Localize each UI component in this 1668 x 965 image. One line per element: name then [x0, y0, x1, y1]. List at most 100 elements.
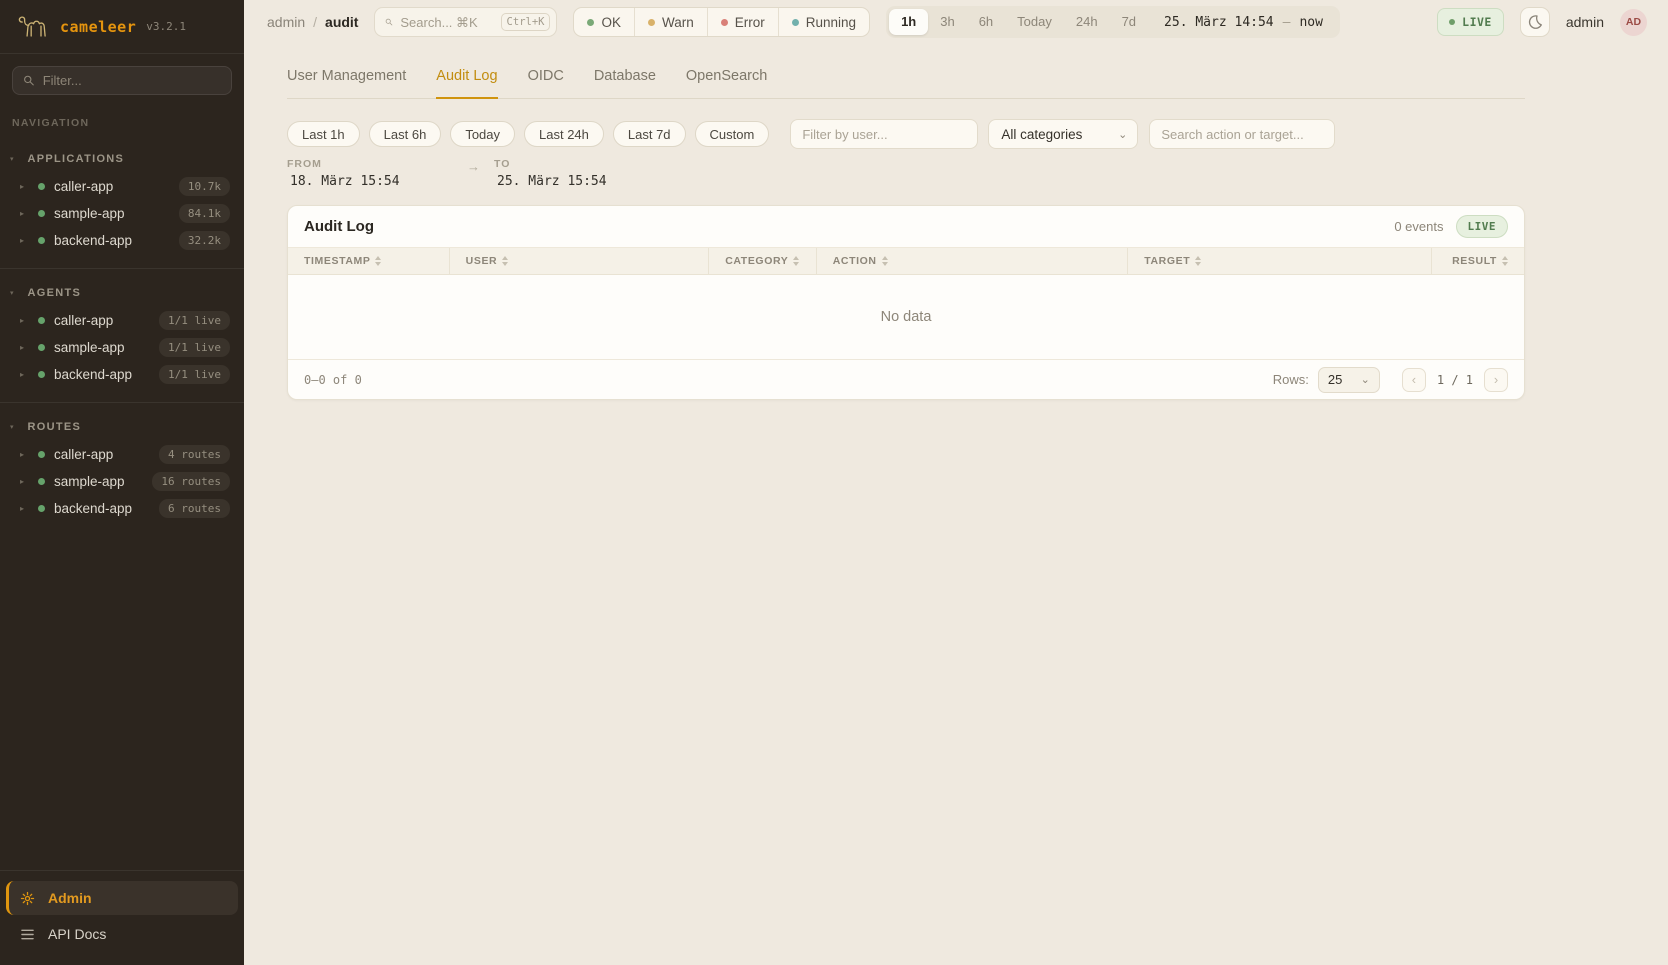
list-icon [20, 928, 35, 941]
sort-icon [882, 256, 888, 266]
action-target-search-input[interactable] [1149, 119, 1335, 149]
breadcrumb-divider: / [313, 14, 317, 30]
live-toggle[interactable]: LIVE [1437, 8, 1504, 36]
status-dot-icon [38, 478, 45, 485]
nav-section-routes: ▾ ROUTES ▸ caller-app 4 routes ▸ sample-… [0, 421, 244, 522]
chevron-right-icon: ▸ [20, 504, 29, 513]
global-search-input[interactable] [400, 15, 493, 30]
tab-audit-log[interactable]: Audit Log [436, 68, 497, 99]
breadcrumb-admin[interactable]: admin [267, 14, 305, 30]
column-header-action[interactable]: ACTION [816, 248, 1127, 274]
sidebar-item-agent-caller[interactable]: ▸ caller-app 1/1 live [0, 307, 244, 334]
live-badge: 1/1 live [159, 311, 230, 330]
time-range-24h[interactable]: 24h [1064, 9, 1110, 35]
column-header-result[interactable]: RESULT [1431, 248, 1524, 274]
sidebar-item-agent-sample[interactable]: ▸ sample-app 1/1 live [0, 334, 244, 361]
date-range: FROM 18. März 15:54 → TO 25. März 15:54 [287, 158, 1525, 189]
search-icon [23, 74, 35, 87]
audit-log-card: Audit Log 0 events LIVE TIMESTAMP USER C… [287, 205, 1525, 400]
category-select[interactable]: All categories ⌄ [988, 119, 1138, 149]
sidebar-item-agent-backend[interactable]: ▸ backend-app 1/1 live [0, 361, 244, 388]
live-status-badge: LIVE [1456, 215, 1509, 238]
quick-range-last-6h[interactable]: Last 6h [369, 121, 442, 147]
status-dot-icon [38, 183, 45, 190]
chevron-right-icon: ▸ [20, 209, 29, 218]
sidebar-filter [12, 66, 232, 95]
time-range-group: 1h 3h 6h Today 24h 7d 25. März 14:54 – n… [886, 6, 1340, 38]
chevron-right-icon: ▸ [20, 370, 29, 379]
rows-per-page-label: Rows: [1273, 372, 1309, 387]
ok-dot-icon [587, 19, 594, 26]
time-range-7d[interactable]: 7d [1110, 9, 1148, 35]
theme-toggle-button[interactable] [1520, 7, 1550, 37]
breadcrumb: admin / audit [267, 14, 358, 30]
rows-per-page-select[interactable]: 25 ⌄ [1318, 367, 1380, 393]
status-dot-icon [38, 344, 45, 351]
status-filter-running[interactable]: Running [778, 8, 869, 36]
date-to[interactable]: TO 25. März 15:54 [494, 158, 674, 189]
sidebar-item-route-caller[interactable]: ▸ caller-app 4 routes [0, 441, 244, 468]
chevron-right-icon: ▸ [20, 450, 29, 459]
chevron-right-icon: ▸ [20, 477, 29, 486]
column-header-timestamp[interactable]: TIMESTAMP [288, 248, 449, 274]
result-range: 0–0 of 0 [304, 373, 1273, 387]
global-search: Ctrl+K [374, 7, 557, 37]
column-header-target[interactable]: TARGET [1127, 248, 1431, 274]
sidebar-filter-input[interactable] [43, 73, 221, 88]
divider [0, 402, 244, 403]
next-page-button[interactable]: › [1484, 368, 1508, 392]
quick-range-last-7d[interactable]: Last 7d [613, 121, 686, 147]
sidebar-footer: Admin API Docs [0, 870, 244, 965]
section-header-agents[interactable]: ▾ AGENTS [0, 287, 244, 307]
chevron-down-icon: ▾ [10, 424, 14, 431]
routes-badge: 4 routes [159, 445, 230, 464]
sidebar-item-app-backend[interactable]: ▸ backend-app 32.2k [0, 227, 244, 254]
nav-section-applications: ▾ APPLICATIONS ▸ caller-app 10.7k ▸ samp… [0, 153, 244, 269]
sidebar-item-app-caller[interactable]: ▸ caller-app 10.7k [0, 173, 244, 200]
tab-database[interactable]: Database [594, 68, 656, 98]
time-range-1h[interactable]: 1h [889, 9, 928, 35]
live-badge: 1/1 live [159, 338, 230, 357]
prev-page-button[interactable]: ‹ [1402, 368, 1426, 392]
section-header-routes[interactable]: ▾ ROUTES [0, 421, 244, 441]
sidebar-item-api-docs[interactable]: API Docs [6, 917, 238, 951]
date-from[interactable]: FROM 18. März 15:54 [287, 158, 467, 189]
sidebar-item-app-sample[interactable]: ▸ sample-app 84.1k [0, 200, 244, 227]
search-shortcut-kbd: Ctrl+K [501, 13, 551, 31]
count-badge: 84.1k [179, 204, 230, 223]
pagination-bar: 0–0 of 0 Rows: 25 ⌄ ‹ 1 / 1 › [288, 359, 1524, 399]
user-filter-input[interactable] [790, 119, 978, 149]
gear-icon [20, 891, 35, 906]
tab-opensearch[interactable]: OpenSearch [686, 68, 767, 98]
sidebar: cameleer v3.2.1 NAVIGATION ▾ APPLICATION… [0, 0, 244, 965]
topbar: admin / audit Ctrl+K OK Warn [244, 0, 1668, 44]
column-header-category[interactable]: CATEGORY [708, 248, 816, 274]
tab-oidc[interactable]: OIDC [528, 68, 564, 98]
status-filter-warn[interactable]: Warn [634, 8, 707, 36]
quick-range-custom[interactable]: Custom [695, 121, 770, 147]
quick-range-today[interactable]: Today [450, 121, 515, 147]
tab-user-management[interactable]: User Management [287, 68, 406, 98]
quick-range-last-1h[interactable]: Last 1h [287, 121, 360, 147]
quick-range-last-24h[interactable]: Last 24h [524, 121, 604, 147]
status-filter-ok[interactable]: OK [574, 8, 634, 36]
column-header-user[interactable]: USER [449, 248, 709, 274]
routes-badge: 16 routes [152, 472, 230, 491]
breadcrumb-current: audit [325, 14, 358, 30]
app-logo[interactable]: cameleer v3.2.1 [0, 0, 244, 54]
sidebar-item-route-sample[interactable]: ▸ sample-app 16 routes [0, 468, 244, 495]
search-icon [385, 15, 393, 29]
sidebar-item-route-backend[interactable]: ▸ backend-app 6 routes [0, 495, 244, 522]
chevron-down-icon: ⌄ [1118, 128, 1127, 141]
chevron-down-icon: ▾ [10, 156, 14, 163]
nav-section-agents: ▾ AGENTS ▸ caller-app 1/1 live ▸ sample-… [0, 287, 244, 403]
user-name: admin [1566, 14, 1604, 30]
section-header-applications[interactable]: ▾ APPLICATIONS [0, 153, 244, 173]
time-range-3h[interactable]: 3h [928, 9, 966, 35]
time-range-today[interactable]: Today [1005, 9, 1064, 35]
sidebar-item-admin[interactable]: Admin [6, 881, 238, 915]
avatar[interactable]: AD [1620, 9, 1647, 36]
status-filter-error[interactable]: Error [707, 8, 778, 36]
warn-dot-icon [648, 19, 655, 26]
time-range-6h[interactable]: 6h [967, 9, 1005, 35]
